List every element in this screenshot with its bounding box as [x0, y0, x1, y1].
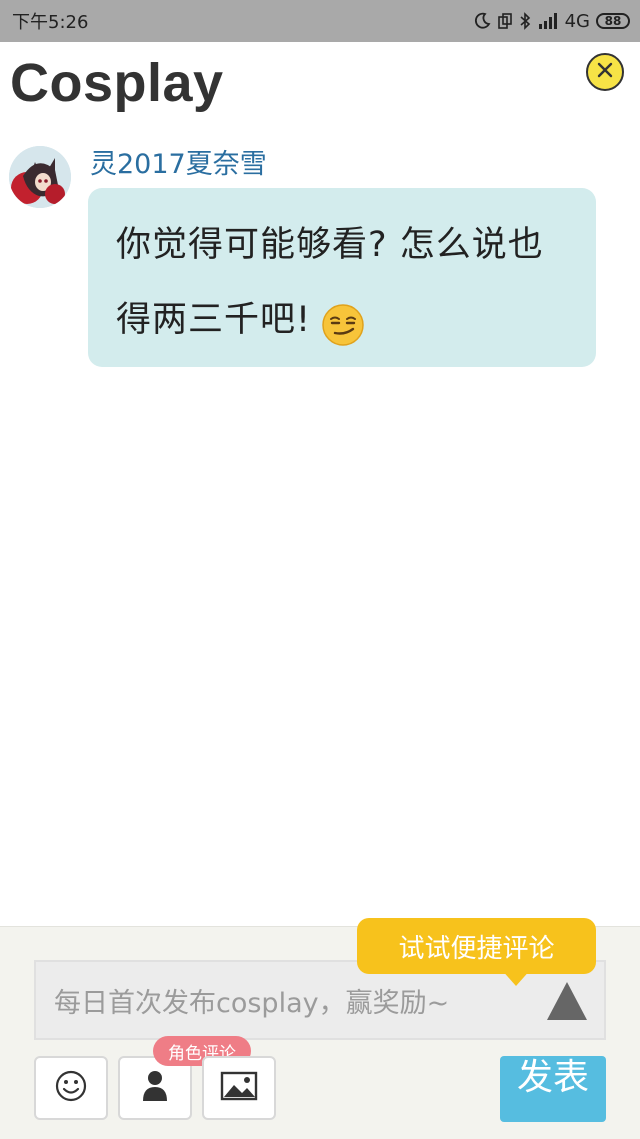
status-bar: 下午5:26 4G 88 — [0, 0, 640, 42]
status-time: 下午5:26 — [12, 12, 89, 33]
network-type: 4G — [564, 10, 590, 32]
status-icons: 4G 88 — [473, 11, 630, 32]
publish-button[interactable]: 发表 — [500, 1056, 606, 1122]
close-button[interactable] — [586, 53, 624, 91]
smirk-emoji-icon — [321, 299, 365, 346]
input-placeholder: 每日首次发布cosplay，赢奖励~ — [54, 987, 450, 1019]
bluetooth-icon — [519, 12, 531, 30]
close-icon — [595, 60, 615, 84]
quick-comment-tip[interactable]: 试试便捷评论 — [357, 918, 596, 974]
smiley-icon — [54, 1069, 88, 1107]
avatar[interactable] — [9, 146, 71, 208]
battery-level: 88 — [604, 14, 622, 28]
moon-icon — [473, 12, 491, 30]
page-title: Cosplay — [10, 53, 224, 113]
expand-arrow-icon[interactable] — [547, 982, 587, 1020]
emoji-button[interactable] — [34, 1056, 108, 1120]
message-text-wrap: 你觉得可能够看? 怎么说也得两三千吧! — [116, 208, 570, 358]
message-bubble: 你觉得可能够看? 怎么说也得两三千吧! — [88, 188, 596, 367]
battery-icon: 88 — [596, 13, 630, 29]
signal-icon — [537, 12, 559, 30]
tip-tail — [500, 968, 532, 986]
person-icon — [140, 1069, 170, 1107]
image-icon — [220, 1071, 258, 1105]
screen-rotate-icon — [497, 12, 513, 30]
username[interactable]: 灵2017夏奈雪 — [90, 142, 267, 181]
image-button[interactable] — [202, 1056, 276, 1120]
